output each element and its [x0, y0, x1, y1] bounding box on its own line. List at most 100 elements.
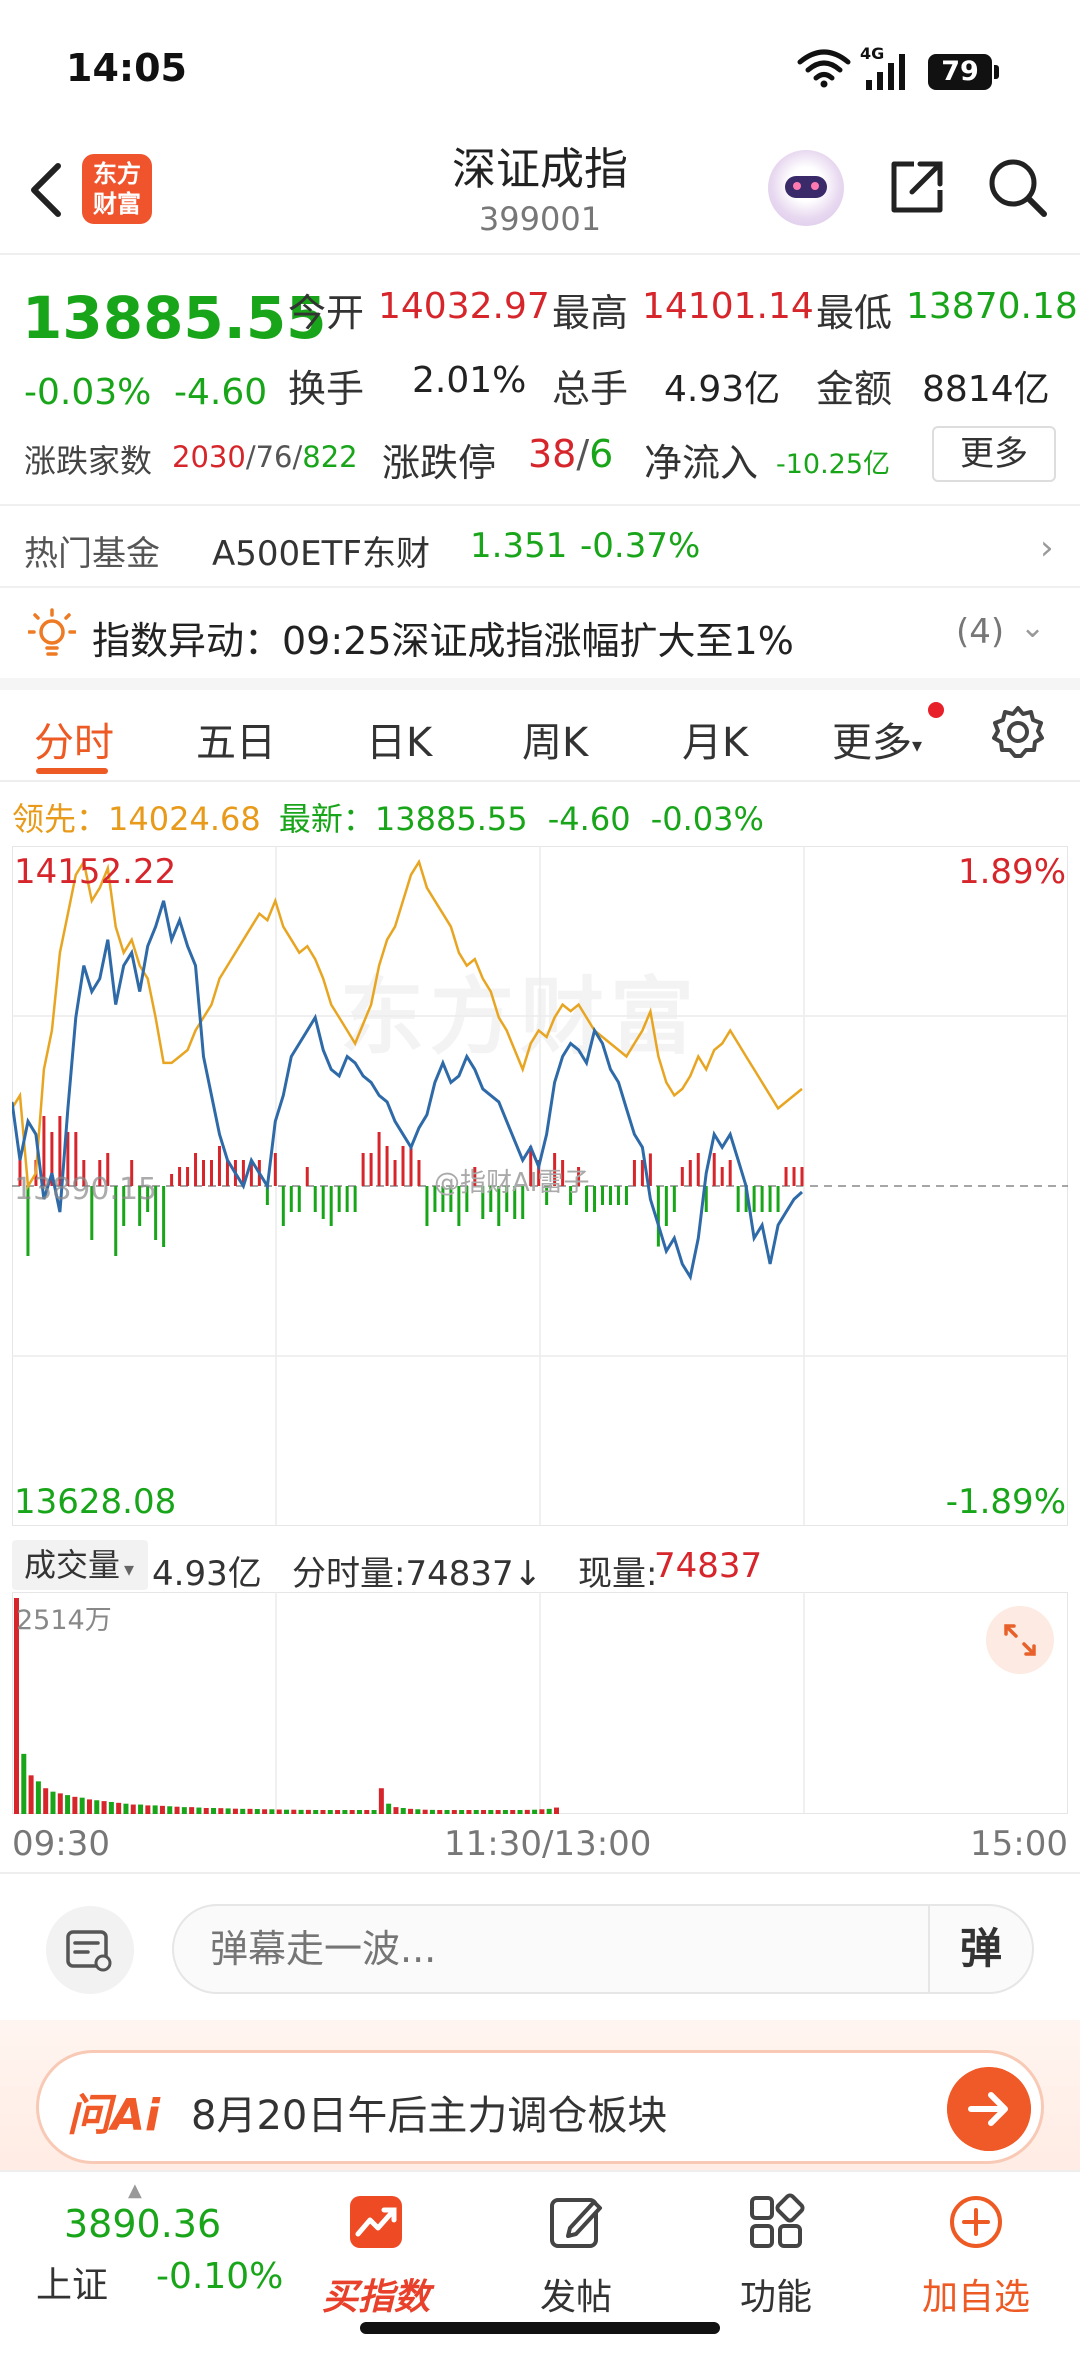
- shanghai-index-widget[interactable]: ▲ 3890.36 上证 -0.10%: [0, 2172, 290, 2332]
- volume-bar: [240, 1808, 246, 1814]
- ai-assistant-icon[interactable]: [768, 150, 844, 226]
- nav-add-watchlist-label: 加自选: [921, 2277, 1030, 2318]
- lightbulb-icon: [28, 608, 76, 656]
- flow-bar: [178, 1167, 182, 1186]
- share-icon[interactable]: [884, 154, 950, 220]
- minute-volume: 分时量:74837↓: [292, 1554, 543, 1594]
- flow-bar: [409, 1146, 413, 1186]
- gear-icon[interactable]: [990, 704, 1046, 760]
- divider: [0, 780, 1080, 782]
- volume-bar: [488, 1810, 494, 1814]
- expand-icon[interactable]: [986, 1606, 1054, 1674]
- flow-bar: [281, 1186, 285, 1226]
- flow-bar: [345, 1186, 349, 1212]
- shanghai-percent: -0.10%: [156, 2256, 284, 2297]
- nav-add-watchlist[interactable]: 加自选: [906, 2190, 1046, 2320]
- volume-bar: [371, 1810, 377, 1814]
- flow-bar: [337, 1186, 341, 1212]
- flow-bar: [800, 1167, 804, 1186]
- alert-count: (4): [956, 612, 1005, 652]
- tab-five-day[interactable]: 五日: [196, 710, 276, 768]
- search-icon[interactable]: [984, 154, 1050, 220]
- limit-down: 6: [589, 432, 614, 476]
- caret-up-icon: ▲: [128, 2180, 142, 2201]
- volume-bar: [524, 1809, 530, 1814]
- latest-label: 最新：: [278, 800, 375, 838]
- breadth-up: 2030: [172, 440, 246, 474]
- nav-buy-index[interactable]: 买指数: [306, 2190, 446, 2320]
- volume-bar: [57, 1793, 63, 1814]
- danmu-send-button[interactable]: 弹: [928, 1906, 1032, 1992]
- volume-bar: [79, 1797, 85, 1814]
- low-value: 13870.18: [906, 286, 1078, 327]
- tab-daily-k[interactable]: 日K: [366, 710, 432, 768]
- volume-bar: [203, 1807, 209, 1814]
- volume-bar: [342, 1810, 348, 1814]
- latest-value: 13885.55: [374, 800, 528, 838]
- flow-bar: [361, 1153, 365, 1186]
- danmu-input[interactable]: [172, 1904, 1034, 1994]
- alert-text: 指数异动：09:25深证成指涨幅扩大至1%: [92, 619, 794, 663]
- more-stats-button[interactable]: 更多: [932, 426, 1056, 482]
- index-alert-row[interactable]: 指数异动：09:25深证成指涨幅扩大至1% (4) ⌄: [0, 588, 1080, 678]
- volume-bar: [349, 1810, 355, 1814]
- volume-bar: [94, 1800, 100, 1814]
- danmu-settings-icon[interactable]: [46, 1906, 134, 1994]
- flow-bar: [194, 1153, 198, 1186]
- volume-bar: [130, 1804, 136, 1814]
- time-axis-mid: 11:30/13:00: [444, 1824, 652, 1864]
- volume-bar: [174, 1806, 180, 1814]
- tab-more-label: 更多: [832, 720, 912, 766]
- tab-weekly-k[interactable]: 周K: [522, 710, 588, 768]
- divider: [0, 253, 1080, 255]
- tab-monthly-k[interactable]: 月K: [682, 710, 748, 768]
- breadth-flat: 76: [255, 440, 293, 474]
- flow-bar: [736, 1186, 740, 1212]
- flow-bar: [608, 1186, 612, 1205]
- flow-bar: [425, 1186, 429, 1226]
- tab-more[interactable]: 更多▾: [832, 710, 922, 768]
- home-indicator: [360, 2322, 720, 2334]
- arrow-right-icon[interactable]: [947, 2067, 1031, 2151]
- time-axis-start: 09:30: [12, 1824, 110, 1864]
- axis-price-top: 14152.22: [14, 852, 177, 892]
- indicator-select[interactable]: 成交量 ▾: [12, 1540, 148, 1590]
- volume-bar: [429, 1809, 435, 1814]
- volume-bar: [262, 1809, 268, 1814]
- tab-minute[interactable]: 分时: [34, 710, 114, 768]
- caret-down-icon: ▾: [124, 1557, 135, 1581]
- amount-label: 金额: [816, 367, 893, 411]
- volume-bar: [291, 1809, 297, 1814]
- battery-icon: 79: [928, 54, 999, 90]
- change-value: -4.60: [174, 372, 268, 413]
- flow-bar: [616, 1186, 620, 1205]
- volume-bar: [510, 1810, 516, 1814]
- flow-bar: [385, 1146, 389, 1186]
- lead-value: 14024.68: [108, 800, 261, 838]
- volume-bar: [495, 1810, 501, 1814]
- flow-bar: [209, 1160, 213, 1186]
- nav-functions[interactable]: 功能: [706, 2190, 846, 2320]
- breadth-value: 2030/76/822: [172, 440, 358, 474]
- flow-bar: [752, 1186, 756, 1212]
- volume-bar: [502, 1810, 508, 1814]
- volume-bar: [298, 1809, 304, 1814]
- change-percent: -0.03%: [24, 372, 152, 413]
- nav-post[interactable]: 发帖: [506, 2190, 646, 2320]
- flow-bar: [401, 1146, 405, 1186]
- flow-bar: [353, 1186, 357, 1212]
- volume-bar: [116, 1802, 122, 1814]
- trend-chart-icon: [350, 2196, 402, 2248]
- volume-bar: [444, 1810, 450, 1814]
- volume-bar: [422, 1809, 428, 1814]
- flow-bar: [712, 1153, 716, 1186]
- ai-banner[interactable]: 问Ai 8月20日午后主力调仓板块: [36, 2050, 1044, 2164]
- chevron-down-icon[interactable]: ⌄: [1020, 610, 1045, 645]
- latest-percent: -0.03%: [650, 800, 764, 838]
- volume-chart[interactable]: [12, 1592, 1068, 1814]
- limit-label: 涨跌停: [382, 441, 497, 485]
- hot-fund-name: A500ETF东财: [212, 534, 430, 574]
- hot-fund-row[interactable]: 热门基金 A500ETF东财 1.351 -0.37% ›: [0, 506, 1080, 586]
- flow-bar: [632, 1160, 636, 1186]
- open-value: 14032.97: [378, 286, 550, 327]
